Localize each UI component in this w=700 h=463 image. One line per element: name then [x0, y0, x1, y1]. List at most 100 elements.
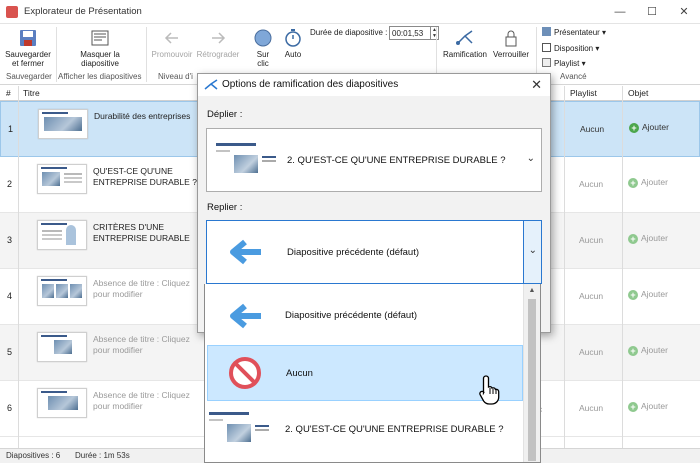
playlist-button[interactable]: Playlist ▾: [542, 58, 586, 68]
row-title: CRITÈRES D'UNE ENTREPRISE DURABLE: [93, 222, 190, 243]
slide-thumbnail: [37, 220, 87, 250]
collapse-dropdown-button[interactable]: ⌄: [523, 221, 541, 283]
add-object-button[interactable]: + Ajouter: [628, 401, 668, 412]
dialog-close-button[interactable]: ✕: [531, 77, 542, 93]
save-icon: [20, 30, 36, 46]
slide-thumbnail: [37, 332, 87, 362]
dropdown-scrollbar[interactable]: ▲: [523, 284, 540, 462]
hide-slide-label: Masquer la diapositive: [80, 50, 120, 68]
row-number: 1: [8, 124, 14, 134]
col-playlist[interactable]: Playlist: [570, 88, 597, 98]
lock-button[interactable]: Verrouiller: [490, 28, 532, 59]
add-object-button[interactable]: + Ajouter: [629, 122, 669, 133]
plus-icon: +: [628, 346, 638, 356]
presenter-label: Présentateur: [554, 28, 600, 37]
row-title: Durabilité des entreprises: [94, 111, 191, 121]
option-slide-2[interactable]: 2. QU'EST-CE QU'UNE ENTREPRISE DURABLE ?: [207, 402, 523, 458]
plus-icon: +: [628, 290, 638, 300]
row-number: 6: [7, 403, 13, 413]
option-none[interactable]: Aucun: [207, 345, 523, 401]
dialog-titlebar: Options de ramification des diapositives…: [198, 74, 550, 96]
branching-icon: [456, 30, 473, 45]
stopwatch-icon: [285, 29, 301, 47]
hide-slide-button[interactable]: Masquer la diapositive: [64, 28, 136, 68]
expand-label: Déplier :: [207, 109, 243, 120]
row-playlist[interactable]: Aucun: [579, 179, 603, 189]
plus-icon: +: [628, 178, 638, 188]
collapse-label: Replier :: [207, 202, 243, 213]
playlist-icon: [542, 58, 551, 67]
add-object-button[interactable]: + Ajouter: [628, 345, 668, 356]
row-number: 2: [7, 179, 13, 189]
arrow-left-icon: [230, 239, 261, 265]
layout-label: Disposition: [554, 44, 594, 53]
collapse-select[interactable]: Diapositive précédente (défaut) ⌄: [206, 220, 542, 284]
slide-thumbnail: [37, 388, 87, 418]
row-playlist[interactable]: Aucun: [580, 124, 604, 134]
save-close-button[interactable]: Sauvegarder et fermer: [4, 28, 52, 68]
slide-thumbnail: [37, 276, 87, 306]
row-title: Absence de titre : Cliquez pour modifier: [93, 278, 190, 299]
chevron-down-icon: ⌄: [528, 245, 537, 256]
presenter-button[interactable]: Présentateur ▾: [542, 27, 606, 37]
plus-icon: +: [628, 234, 638, 244]
ribbon-separator: [146, 27, 147, 82]
duration-label: Durée de diapositive :: [310, 28, 388, 37]
col-object[interactable]: Objet: [628, 88, 648, 98]
slide-thumbnail: [37, 164, 87, 194]
collapse-selected-value: Diapositive précédente (défaut): [287, 247, 420, 258]
row-playlist[interactable]: Aucun: [579, 235, 603, 245]
auto-label: Auto: [284, 50, 302, 59]
group-save: Sauvegarder: [6, 72, 52, 81]
minimize-button[interactable]: —: [610, 4, 630, 20]
column-divider: [18, 86, 19, 448]
branching-button[interactable]: Ramification: [440, 28, 490, 59]
promote-button[interactable]: Promouvoir: [150, 28, 194, 59]
ribbon-separator: [56, 27, 57, 82]
column-divider: [622, 86, 623, 448]
option-label: Aucun: [286, 368, 313, 379]
window-title: Explorateur de Présentation: [24, 6, 142, 17]
presenter-icon: [542, 27, 551, 36]
duration-input[interactable]: 00:01,53: [389, 26, 431, 40]
on-click-button[interactable]: Sur clic: [252, 28, 274, 68]
add-object-button[interactable]: + Ajouter: [628, 177, 668, 188]
auto-button[interactable]: Auto: [280, 28, 306, 59]
arrow-right-icon: [212, 32, 226, 44]
app-icon: [6, 6, 18, 18]
demote-button[interactable]: Rétrograder: [196, 28, 240, 59]
dialog-title: Options de ramification des diapositives: [222, 79, 399, 90]
row-playlist[interactable]: Aucun: [579, 347, 603, 357]
arrow-left-icon: [230, 303, 261, 329]
promote-label: Promouvoir: [151, 50, 193, 59]
scroll-up-icon[interactable]: ▲: [524, 287, 540, 294]
maximize-button[interactable]: ☐: [642, 4, 662, 20]
add-object-button[interactable]: + Ajouter: [628, 289, 668, 300]
save-close-label: Sauvegarder et fermer: [5, 50, 51, 68]
option-previous-slide[interactable]: Diapositive précédente (défaut): [207, 288, 523, 344]
group-advanced: Avancé: [560, 72, 587, 81]
plus-icon: +: [628, 402, 638, 412]
row-playlist[interactable]: Aucun: [579, 291, 603, 301]
col-title[interactable]: Titre: [23, 88, 40, 98]
branching-label: Ramification: [442, 50, 487, 59]
row-title: QU'EST-CE QU'UNE ENTREPRISE DURABLE ?: [93, 166, 197, 187]
option-label: 2. QU'EST-CE QU'UNE ENTREPRISE DURABLE ?: [285, 424, 504, 435]
slide-thumbnail: [214, 140, 276, 180]
mouse-click-icon: [254, 29, 272, 47]
add-object-button[interactable]: + Ajouter: [628, 233, 668, 244]
row-title: Absence de titre : Cliquez pour modifier: [93, 390, 190, 411]
layout-icon: [542, 43, 551, 52]
row-playlist[interactable]: Aucun: [579, 403, 603, 413]
layout-button[interactable]: Disposition ▾: [542, 43, 599, 53]
demote-label: Rétrograder: [196, 50, 240, 59]
row-number: 3: [7, 235, 13, 245]
close-button[interactable]: ✕: [674, 4, 694, 20]
option-label: Diapositive précédente (défaut): [285, 310, 418, 321]
row-title: Absence de titre : Cliquez pour modifier: [93, 334, 190, 355]
scrollbar-thumb[interactable]: [528, 299, 536, 461]
duration-spinner[interactable]: ▲ ▼: [431, 26, 439, 40]
col-number[interactable]: #: [6, 88, 11, 98]
expand-select[interactable]: 2. QU'EST-CE QU'UNE ENTREPRISE DURABLE ?…: [206, 128, 542, 192]
total-duration: Durée : 1m 53s: [75, 451, 130, 460]
